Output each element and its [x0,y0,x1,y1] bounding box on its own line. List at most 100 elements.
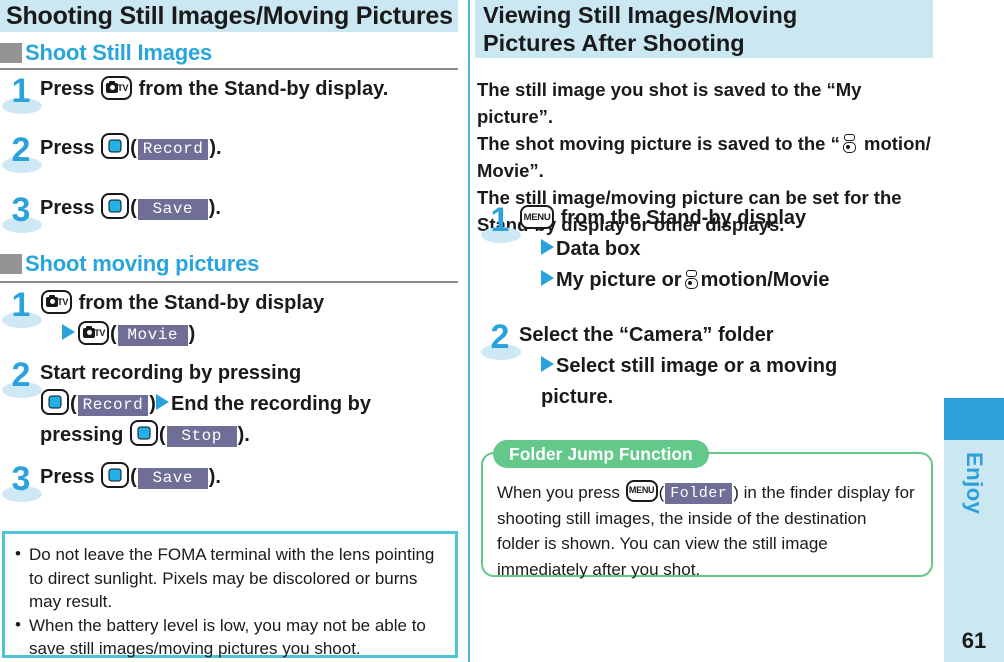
i-motion-logo-icon [684,270,698,289]
step-body: Press (Save). [40,193,460,224]
center-key-icon [101,462,130,488]
step-tail-text: ). [208,197,221,219]
i-motion-logo-icon [842,134,856,153]
menu-key-icon: MENU [520,205,554,229]
left-column: Shooting Still Images/Moving Pictures Sh… [0,0,462,662]
camera-tv-key-icon: TV [101,76,133,100]
step-tail-text: from the Stand-by display. [138,78,389,100]
press-label: Press [40,78,95,100]
manual-page: Shooting Still Images/Moving Pictures Sh… [0,0,1004,662]
callout-text: shooting still images, the inside of the… [497,508,867,528]
intro-line: The shot moving picture is saved to the … [477,133,840,154]
center-key-icon [101,133,130,159]
step-tail-text: from the Stand-by display [560,207,807,229]
step-body: TV from the Stand-by display TV (Movie) [40,288,460,350]
press-label: Press [40,197,95,219]
folder-jump-callout: Folder Jump Function When you press MENU… [481,440,933,579]
step-number: 1 [11,72,31,110]
camera-tv-key-icon: TV [78,321,109,345]
softkey-label: Stop [166,426,237,447]
side-rail: Enjoy 61 [944,0,1004,662]
callout-text: folder is shown. You can view the still … [497,534,828,553]
section-title: Shoot Still Images [25,40,213,65]
softkey-label: Record [77,395,149,416]
step-number: 3 [11,191,31,229]
callout-body: When you press MENU(Folder) in the finde… [497,480,917,582]
page-number: 61 [961,628,987,653]
notes-list: Do not leave the FOMA terminal with the … [5,534,455,661]
step-line: Select the “Camera” folder [519,324,774,346]
center-key-icon [41,389,69,415]
arrow-icon [62,324,75,340]
center-key-icon [129,420,158,446]
callout-text: immediately after you shot. [497,559,701,579]
arrow-icon [541,270,554,286]
right-banner-line1: Viewing Still Images/Moving [483,2,798,28]
softkey-label: Save [137,199,208,220]
camera-tv-key-text: TV [117,83,129,93]
section-rule [0,281,458,283]
menu-key-text: MENU [523,211,551,223]
softkey-label: Movie [117,325,188,346]
menu-key-icon: MENU [625,480,658,502]
softkey-label: Save [137,468,208,489]
arrow-icon [541,356,554,372]
menu-key-text: MENU [628,485,655,496]
intro-line: Movie”. [477,160,544,181]
step-line: Select still image or a moving [556,355,838,377]
softkey-label: Folder [665,483,733,504]
step-tail-text: ). [237,424,250,446]
arrow-icon [155,394,169,410]
step-number: 2 [11,131,31,169]
step-line: pressing [40,424,124,446]
left-banner-title: Shooting Still Images/Moving Pictures [0,0,458,32]
column-divider [468,0,470,662]
softkey-label: Record [137,139,209,160]
step-number: 1 [490,201,510,239]
press-label: Press [40,137,95,159]
section-marker-icon [0,43,22,63]
rail-accent-block [944,398,1004,440]
step-body: Press (Save). [40,462,460,493]
step-body: Start recording by pressing (Record) End … [40,358,460,451]
step-number: 2 [490,318,510,356]
camera-tv-key-text: TV [57,297,68,307]
step-tail-text: ). [208,466,221,488]
step-body: Press (Record). [40,133,460,164]
callout-text: When you press [497,483,620,502]
step-tail-text: ). [209,137,222,159]
callout-title: Folder Jump Function [493,440,709,468]
callout-text: ) in the finder display for [733,483,915,502]
step-body: Select the “Camera” folder Select still … [519,320,931,413]
camera-tv-key-text: TV [94,328,105,338]
step-line: picture. [541,386,614,408]
step-tail-text: from the Stand-by display [78,292,325,314]
arrow-icon [541,239,554,255]
step-number: 1 [11,286,31,324]
note-item: Do not leave the FOMA terminal with the … [15,542,445,614]
press-label: Press [40,466,95,488]
step-line: My picture or [556,269,682,291]
section-header-shoot-moving-pictures: Shoot moving pictures [0,251,259,277]
right-column: Viewing Still Images/Moving Pictures Aft… [475,0,937,662]
step-line: Data box [556,238,641,260]
rail-chapter-label: Enjoy [962,452,987,515]
section-title: Shoot moving pictures [25,251,260,276]
step-line: Start recording by pressing [40,362,302,384]
right-banner-title: Viewing Still Images/Moving Pictures Aft… [475,0,933,58]
step-body: Press TV from the Stand-by display. [40,74,460,105]
step-number: 3 [11,460,31,498]
camera-tv-key-icon: TV [41,290,72,314]
step-body: MENU from the Stand-by display Data box … [519,203,931,296]
intro-line: motion/ [858,133,931,154]
step-line: End the recording by [170,393,371,415]
center-key-icon [101,193,130,219]
notes-box: Do not leave the FOMA terminal with the … [2,531,458,658]
intro-line: The still image you shot is saved to the… [477,79,862,127]
section-rule [0,68,458,70]
note-item: When the battery level is low, you may n… [15,613,445,661]
step-line: motion/Movie [700,269,830,291]
section-marker-icon [0,254,22,274]
section-header-shoot-still-images: Shoot Still Images [0,40,212,66]
right-banner-line2: Pictures After Shooting [483,30,745,56]
